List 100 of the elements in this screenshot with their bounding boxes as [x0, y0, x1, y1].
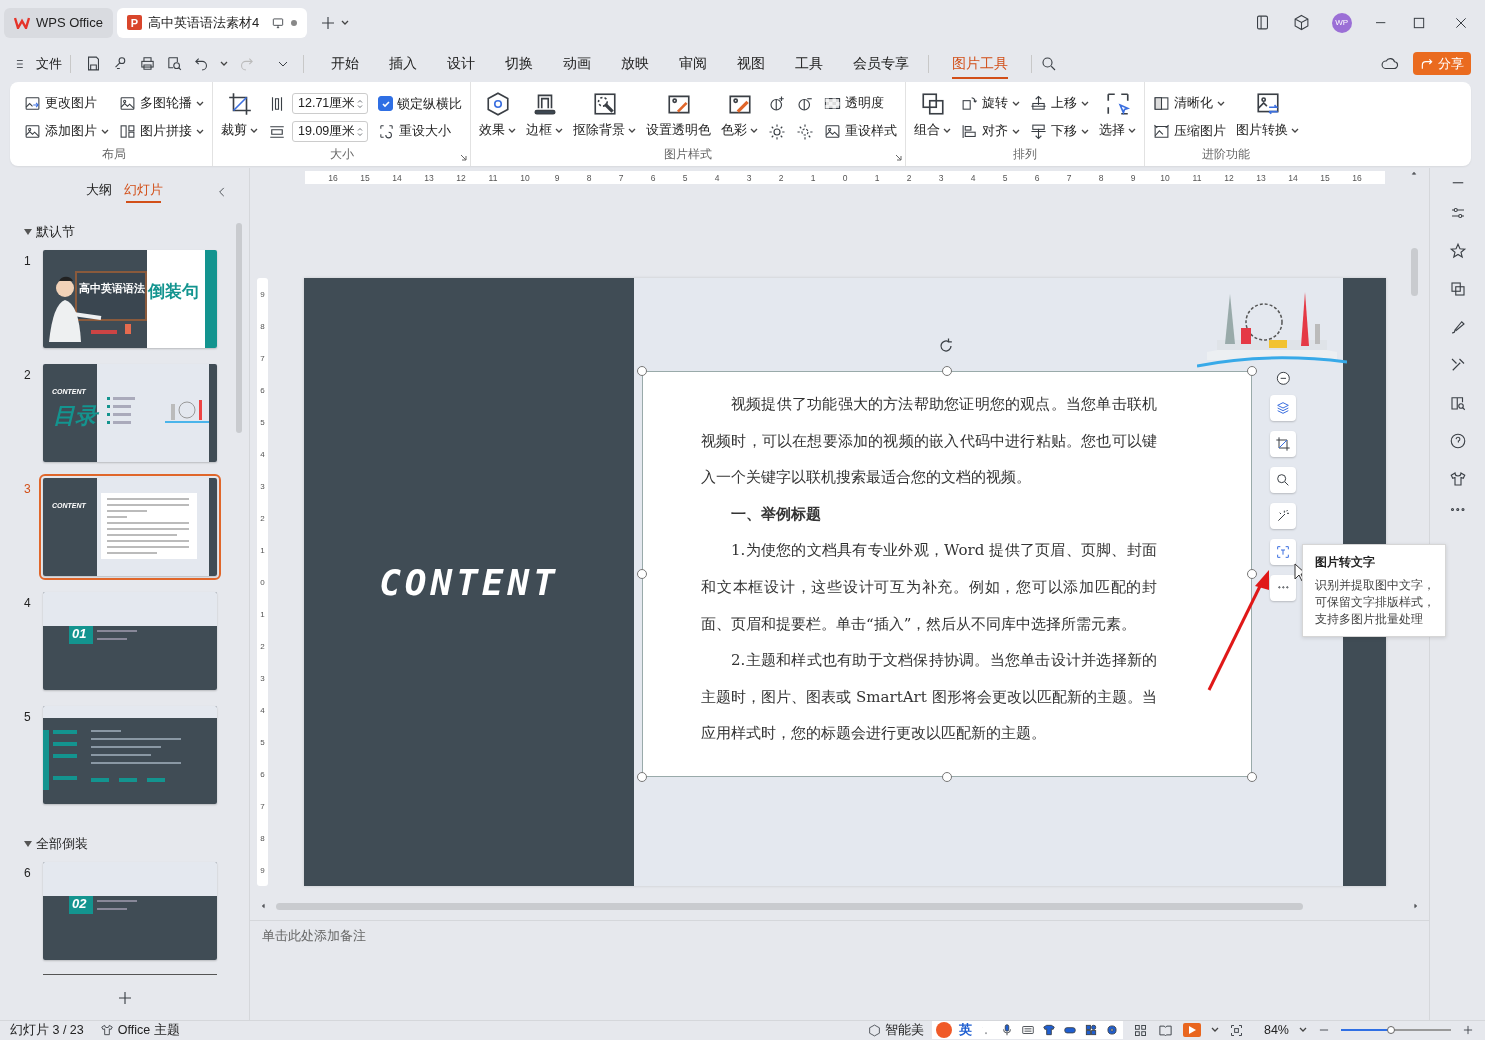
search-button[interactable] [1270, 466, 1296, 493]
ribbon-tab[interactable]: 插入 [374, 48, 432, 79]
section-title[interactable]: 全部倒装 [36, 835, 88, 853]
panel-tab[interactable]: 幻灯片 [124, 177, 163, 203]
ruler-number: 16 [327, 172, 339, 183]
dialog-launcher-icon[interactable] [895, 154, 902, 161]
star-button[interactable] [1448, 241, 1467, 260]
ribbon-tab[interactable]: 放映 [606, 48, 664, 79]
app-tab[interactable]: P 高中英语语法素材4 [116, 7, 308, 38]
app-tab[interactable]: WPS Office [4, 7, 113, 38]
resize-handle[interactable] [637, 366, 647, 376]
ribbon-button[interactable]: 旋转 [961, 92, 1020, 115]
slide-thumbnail[interactable]: 01 [43, 592, 217, 690]
scrollbar[interactable] [1410, 248, 1418, 296]
dialog-launcher-icon[interactable] [460, 154, 467, 161]
resize-handle[interactable] [942, 772, 952, 782]
layers-icon [1275, 399, 1291, 416]
ribbon-button[interactable]: 图片转换 [1236, 88, 1299, 146]
zoom-level[interactable]: 84% [1263, 1023, 1289, 1037]
ribbon-tab[interactable]: 工具 [780, 48, 838, 79]
search-icon [1275, 471, 1291, 488]
size-field[interactable]: 19.09厘米 [292, 121, 368, 142]
ribbon-tab[interactable]: 会员专享 [838, 48, 924, 79]
ribbon-button[interactable]: 压缩图片 [1153, 120, 1226, 143]
expand-triangle[interactable] [24, 841, 32, 847]
ribbon-button[interactable]: 对齐 [961, 120, 1020, 143]
slide-thumbnail[interactable] [43, 706, 217, 804]
ruler-number: 5 [259, 416, 266, 429]
ribbon-tab[interactable]: 动画 [548, 48, 606, 79]
notes-placeholder[interactable]: 单击此处添加备注 [262, 927, 366, 945]
expand-triangle[interactable] [24, 229, 32, 235]
more-button[interactable] [1450, 507, 1465, 511]
ruler-number: 7 [259, 800, 266, 813]
ribbon-button[interactable]: 抠除背景 [573, 88, 636, 146]
ribbon-button[interactable]: 透明度 [824, 92, 897, 115]
resize-handle[interactable] [942, 366, 952, 376]
ribbon-button[interactable]: 裁剪 [221, 88, 258, 146]
ruler-number: 9 [259, 864, 266, 877]
ruler-number: 14 [1287, 172, 1299, 183]
scrollbar[interactable] [236, 223, 242, 433]
copy-icon [1448, 279, 1467, 298]
shirt-button[interactable] [1448, 469, 1467, 488]
ribbon-button[interactable]: 下移 [1030, 120, 1089, 143]
file-menu[interactable]: 文件 [14, 54, 62, 73]
resize-handle[interactable] [1247, 569, 1257, 579]
ruler-number: 13 [1255, 172, 1267, 183]
size-field[interactable]: 12.71厘米 [292, 93, 368, 114]
ribbon-button[interactable]: 重设大小 [378, 120, 462, 143]
document-icon: P [126, 15, 142, 30]
ribbon-tab[interactable]: 图片工具 [937, 48, 1023, 79]
ribbon-button[interactable]: 边框 [526, 88, 563, 146]
theme-button[interactable]: Office 主题 [99, 1021, 180, 1039]
star-icon [1448, 241, 1467, 260]
ribbon-button[interactable]: 设置透明色 [646, 88, 711, 146]
ribbon-tab[interactable]: 审阅 [664, 48, 722, 79]
help-button[interactable] [1448, 431, 1467, 450]
resize-handle[interactable] [1247, 366, 1257, 376]
ribbon-button[interactable]: 选择 [1099, 88, 1136, 146]
crop-button[interactable] [1270, 430, 1296, 457]
ruler-number: 15 [359, 172, 371, 183]
ruler-number: 8 [259, 832, 266, 845]
resize-handle[interactable] [1247, 772, 1257, 782]
scrollbar[interactable] [276, 902, 1303, 910]
beautify-button[interactable]: 智能美 [867, 1021, 924, 1039]
share-icon [1420, 56, 1434, 71]
shirt-icon [1448, 469, 1467, 488]
ribbon-button[interactable]: 添加图片 [24, 120, 109, 143]
ribbon-button[interactable]: 效果 [479, 88, 516, 146]
ribbon-button[interactable]: 色彩 [721, 88, 758, 146]
bring-forward-icon [1030, 95, 1047, 112]
panel-tab[interactable]: 大纲 [86, 177, 112, 203]
ribbon-button[interactable]: 清晰化 [1153, 92, 1226, 115]
user-avatar[interactable]: WP [1331, 12, 1352, 33]
ribbon-tab[interactable]: 视图 [722, 48, 780, 79]
resize-handle[interactable] [637, 772, 647, 782]
ribbon-tab[interactable]: 设计 [432, 48, 490, 79]
input-method-bar[interactable]: 英 [931, 1021, 1123, 1039]
ribbon-button[interactable]: 多图轮播 [119, 92, 204, 115]
ribbon-tab[interactable]: 切换 [490, 48, 548, 79]
ribbon-button[interactable]: 组合 [914, 88, 951, 146]
checkbox[interactable] [378, 96, 393, 111]
slide-heading: CONTENT [379, 561, 559, 603]
group-icon [919, 91, 946, 117]
play-button[interactable] [1182, 1023, 1201, 1037]
language-toggle[interactable]: 英 [958, 1021, 972, 1039]
resize-handle[interactable] [637, 569, 647, 579]
ribbon-button[interactable]: 更改图片 [24, 92, 109, 115]
ruler-number: 12 [455, 172, 467, 183]
ruler-number: 4 [969, 172, 977, 183]
ribbon-button[interactable]: 图片拼接 [119, 120, 204, 143]
text-scan-button[interactable] [1270, 538, 1296, 565]
copy-button[interactable] [1448, 279, 1467, 298]
layers-button[interactable] [1270, 394, 1296, 421]
section-title[interactable]: 默认节 [36, 223, 75, 241]
ruler-number: 6 [649, 172, 657, 183]
ribbon-button[interactable]: 上移 [1030, 92, 1089, 115]
crop-icon [1275, 435, 1291, 452]
ribbon-button[interactable]: 重设样式 [824, 120, 897, 143]
slide-thumbnail[interactable]: 02 [43, 862, 217, 960]
ribbon-tab[interactable]: 开始 [316, 48, 374, 79]
